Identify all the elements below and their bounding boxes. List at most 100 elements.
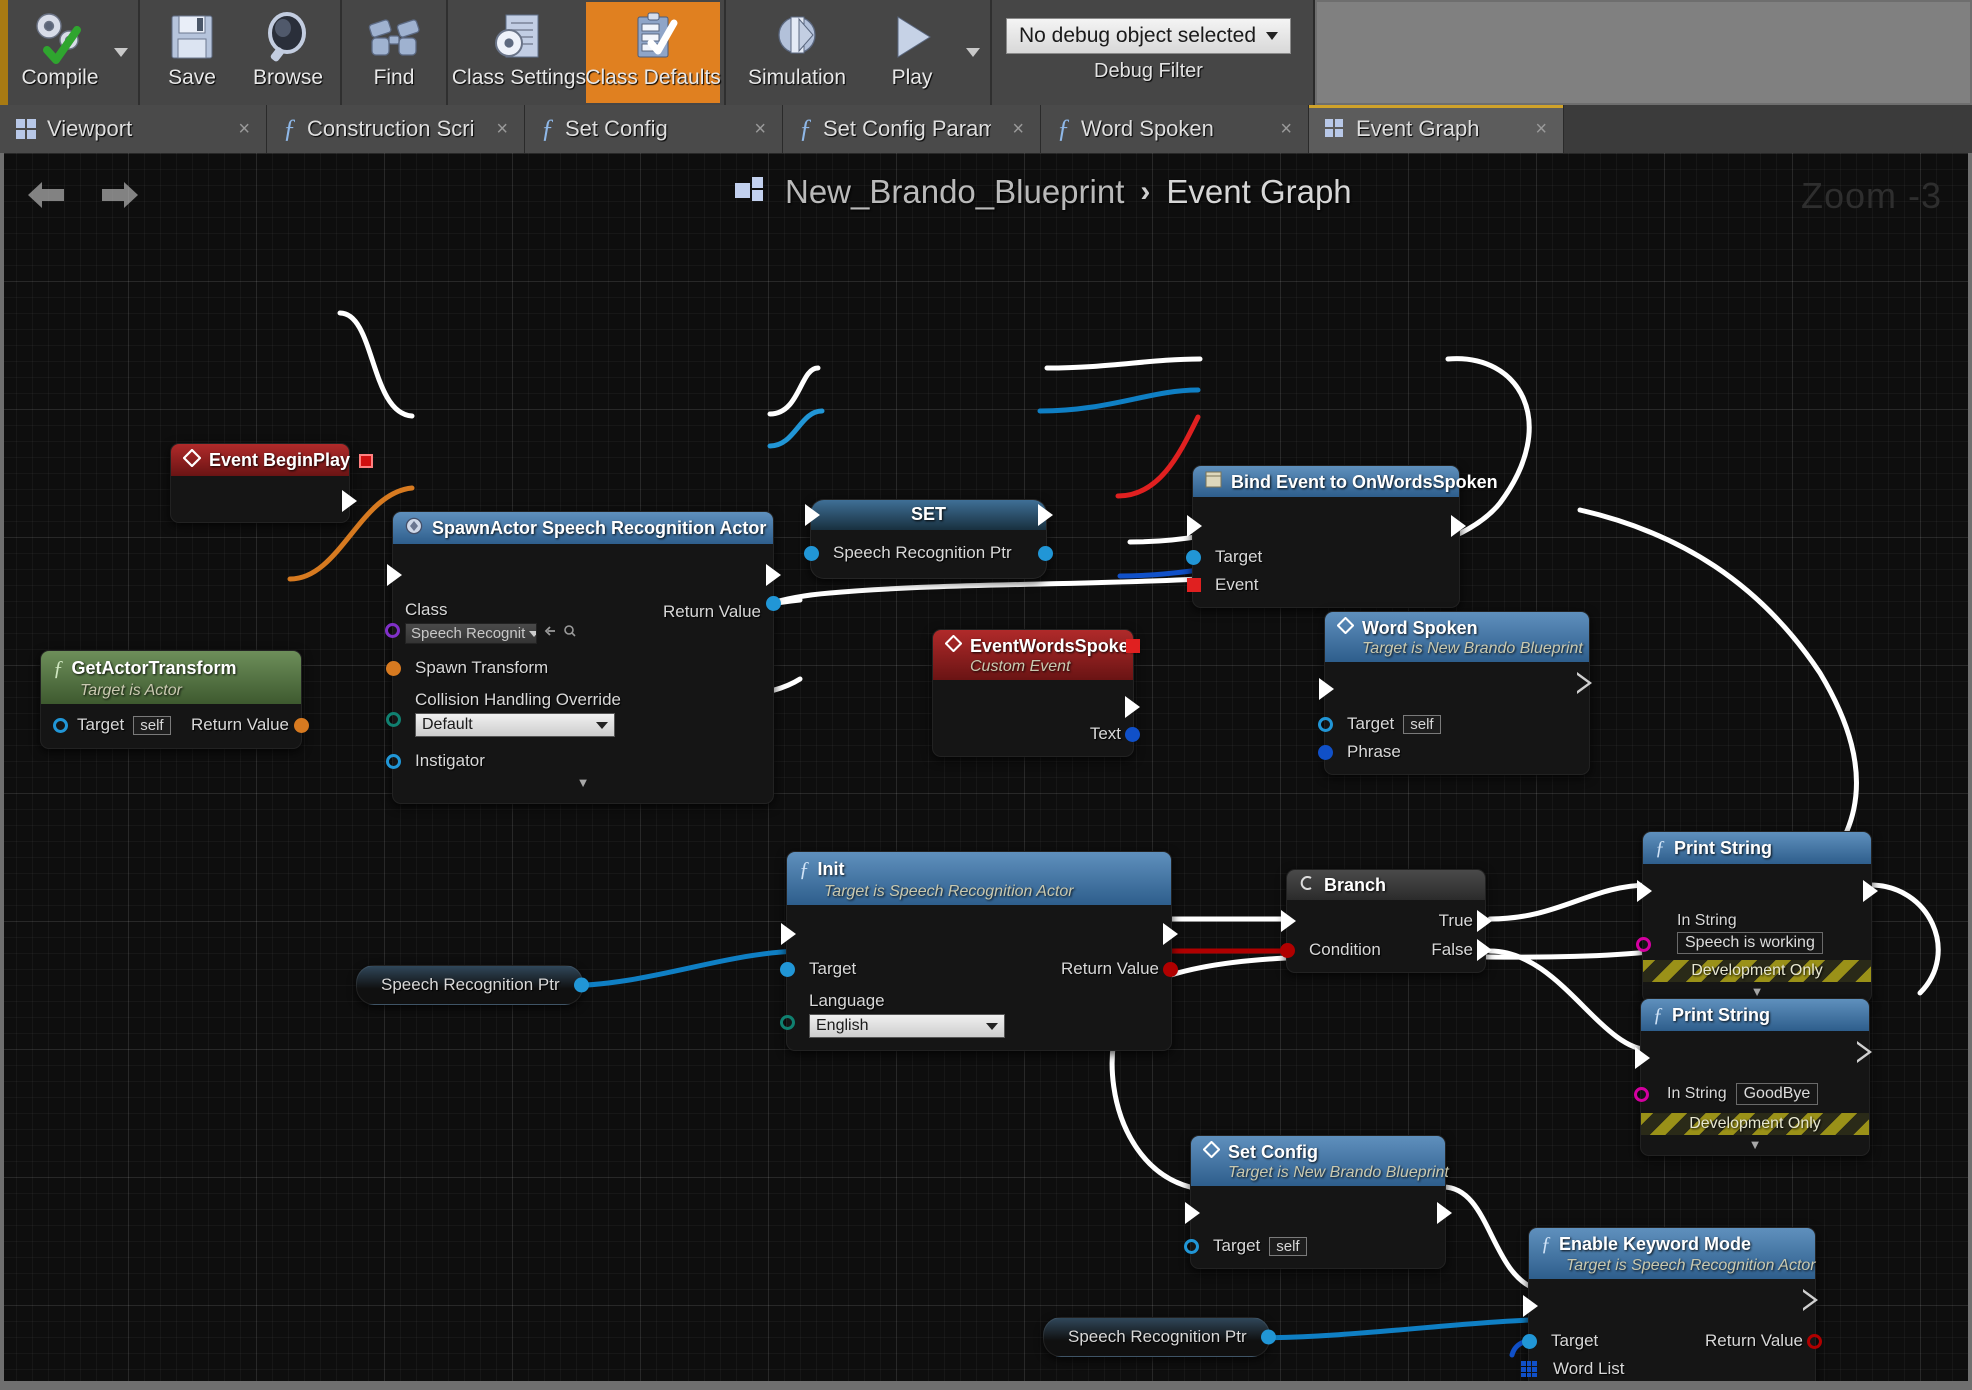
node-set-speech-recognition-ptr[interactable]: SET Speech Recognition Ptr	[804, 499, 1053, 579]
exec-out-pin[interactable]	[1125, 696, 1140, 719]
word-list-array-pin[interactable]	[1521, 1361, 1537, 1378]
node-get-speech-recognition-ptr-1[interactable]: Speech Recognition Ptr	[356, 965, 589, 1005]
in-string-pin[interactable]	[1636, 937, 1651, 952]
delegate-output-pin[interactable]	[1126, 639, 1140, 653]
exec-in-pin[interactable]	[1319, 678, 1334, 701]
exec-out-pin[interactable]	[1437, 1202, 1452, 1225]
language-select[interactable]: English	[809, 1014, 1005, 1039]
event-graph-canvas[interactable]: BLUEPRINT New_Brando_Blueprint › Event G…	[0, 153, 1972, 1390]
target-self-value[interactable]: self	[1269, 1236, 1307, 1256]
ptr-input-pin[interactable]	[804, 545, 819, 561]
true-exec-pin[interactable]	[1477, 910, 1492, 932]
tab-construction-script-close-icon[interactable]: ×	[496, 118, 508, 141]
tab-event-graph-close-icon[interactable]: ×	[1535, 118, 1547, 141]
node-print-string-1[interactable]: ƒ Print String In String Speech is worki…	[1636, 831, 1878, 1003]
exec-out-pin[interactable]	[342, 490, 357, 512]
target-pin[interactable]	[1184, 1238, 1199, 1254]
exec-in-pin[interactable]	[1185, 1202, 1200, 1225]
node-set-config[interactable]: Set Config Target is New Brando Blueprin…	[1184, 1135, 1452, 1270]
class-defaults-button[interactable]: Class Defaults	[585, 2, 721, 103]
condition-pin[interactable]	[1280, 942, 1295, 958]
compile-button[interactable]: Compile	[12, 2, 108, 103]
class-settings-button[interactable]: Class Settings	[452, 2, 586, 103]
exec-out-pin[interactable]	[1038, 504, 1053, 526]
exec-out-pin[interactable]	[1857, 1041, 1873, 1063]
tab-viewport-close-icon[interactable]: ×	[238, 118, 250, 141]
exec-out-pin[interactable]	[1163, 923, 1178, 946]
in-string-value[interactable]: GoodBye	[1735, 1083, 1819, 1105]
node-init[interactable]: ƒ Init Target is Speech Recognition Acto…	[780, 851, 1178, 1052]
tab-word-spoken[interactable]: ƒ Word Spoken ×	[1041, 105, 1309, 153]
in-string-pin[interactable]	[1634, 1086, 1649, 1102]
return-value-pin[interactable]	[1163, 961, 1178, 977]
exec-in-pin[interactable]	[1523, 1295, 1538, 1318]
target-pin[interactable]	[780, 961, 795, 977]
node-event-words-spoken[interactable]: EventWordsSpoken Custom Event Text	[932, 629, 1140, 758]
collision-input-pin[interactable]	[386, 712, 401, 727]
exec-in-pin[interactable]	[387, 564, 402, 586]
ptr-output-pin[interactable]	[1038, 545, 1053, 561]
target-input-pin[interactable]	[53, 717, 68, 733]
exec-in-pin[interactable]	[781, 923, 796, 946]
find-button[interactable]: Find	[346, 2, 442, 103]
forward-arrow-icon[interactable]	[98, 176, 142, 219]
node-print-string-2[interactable]: ƒ Print String In String GoodBye Develop…	[1634, 998, 1873, 1156]
tab-word-spoken-close-icon[interactable]: ×	[1280, 118, 1292, 141]
exec-out-pin[interactable]	[1577, 672, 1593, 695]
debug-object-select[interactable]: No debug object selected	[1006, 18, 1291, 54]
return-value-pin[interactable]	[1807, 1333, 1822, 1349]
back-arrow-icon[interactable]	[24, 176, 68, 219]
node-bind-event-to-on-words-spoken[interactable]: Bind Event to OnWordsSpoken Target Event	[1186, 465, 1498, 608]
tab-set-config[interactable]: ƒ Set Config ×	[525, 105, 783, 153]
target-pin[interactable]	[1318, 716, 1333, 732]
exec-in-pin[interactable]	[805, 504, 820, 526]
find-asset-icon[interactable]	[563, 624, 577, 643]
collision-handling-select[interactable]: Default	[415, 713, 615, 737]
class-input-pin[interactable]	[385, 623, 400, 638]
exec-out-pin[interactable]	[1451, 515, 1466, 537]
node-get-speech-recognition-ptr-2[interactable]: Speech Recognition Ptr	[1043, 1317, 1276, 1357]
node-word-spoken[interactable]: Word Spoken Target is New Brando Bluepri…	[1318, 611, 1593, 776]
compile-dropdown-arrow[interactable]	[114, 48, 128, 57]
text-output-pin[interactable]	[1125, 726, 1140, 742]
exec-in-pin[interactable]	[1187, 515, 1202, 537]
spawn-transform-pin[interactable]	[386, 660, 401, 676]
false-exec-pin[interactable]	[1477, 939, 1492, 961]
phrase-pin[interactable]	[1318, 744, 1333, 760]
event-delegate-pin[interactable]	[1187, 578, 1201, 592]
browse-button[interactable]: Browse	[240, 2, 336, 103]
exec-out-pin[interactable]	[766, 564, 781, 586]
variable-output-pin[interactable]	[1260, 1329, 1276, 1345]
class-select[interactable]: Speech Recognit	[405, 623, 537, 644]
exec-out-pin[interactable]	[1803, 1289, 1819, 1312]
instigator-pin[interactable]	[386, 753, 401, 769]
simulation-button[interactable]: Simulation	[730, 2, 864, 103]
node-enable-keyword-mode[interactable]: ƒ Enable Keyword Mode Target is Speech R…	[1521, 1227, 1822, 1390]
target-self-value[interactable]: self	[1403, 714, 1441, 734]
target-pin[interactable]	[1186, 549, 1201, 565]
tab-set-config-param[interactable]: ƒ Set Config Param ×	[783, 105, 1041, 153]
node-event-begin-play[interactable]: Event BeginPlay	[170, 443, 374, 523]
tab-event-graph[interactable]: Event Graph ×	[1309, 105, 1564, 153]
breadcrumb-blueprint-name[interactable]: New_Brando_Blueprint	[785, 173, 1124, 211]
play-dropdown-arrow[interactable]	[966, 48, 980, 57]
tab-construction-script[interactable]: ƒ Construction Scrip ×	[267, 105, 525, 153]
node-branch[interactable]: Branch True Condition False	[1280, 869, 1492, 973]
tab-set-config-close-icon[interactable]: ×	[754, 118, 766, 141]
tab-viewport[interactable]: Viewport ×	[0, 105, 267, 153]
delegate-pin[interactable]	[359, 453, 374, 468]
exec-in-pin[interactable]	[1281, 910, 1296, 932]
expand-node-icon[interactable]: ▼	[1641, 1135, 1869, 1155]
variable-output-pin[interactable]	[573, 977, 589, 993]
save-button[interactable]: Save	[144, 2, 240, 103]
exec-in-pin[interactable]	[1635, 1047, 1650, 1069]
breadcrumb-graph-name[interactable]: Event Graph	[1166, 173, 1351, 211]
node-get-actor-transform[interactable]: ƒ GetActorTransform Target is Actor Targ…	[40, 650, 309, 750]
return-value-pin[interactable]	[294, 717, 309, 733]
target-pin[interactable]	[1522, 1333, 1537, 1349]
tab-set-config-param-close-icon[interactable]: ×	[1012, 118, 1024, 141]
exec-out-pin[interactable]	[1863, 880, 1878, 902]
target-self-value[interactable]: self	[133, 715, 171, 735]
in-string-value[interactable]: Speech is working	[1677, 932, 1823, 954]
node-spawn-actor-speech-recognition-actor[interactable]: SpawnActor Speech Recognition Actor Clas…	[385, 511, 781, 804]
